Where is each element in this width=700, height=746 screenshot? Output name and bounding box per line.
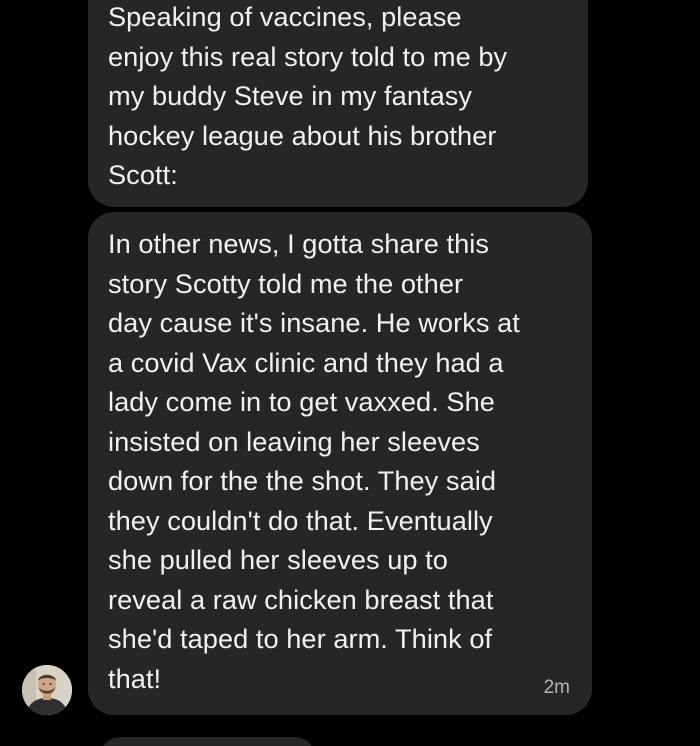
user-photo-avatar-icon bbox=[22, 665, 72, 715]
message-text-1: Speaking of vaccines, please enjoy this … bbox=[108, 1, 508, 190]
message-timestamp: 2m bbox=[543, 677, 570, 698]
avatar[interactable] bbox=[22, 665, 72, 715]
message-bubble-2[interactable]: In other news, I gotta share this story … bbox=[88, 212, 592, 715]
message-bubble-3-partial[interactable] bbox=[100, 737, 315, 746]
message-text-2: In other news, I gotta share this story … bbox=[108, 228, 520, 694]
message-bubble-1[interactable]: Speaking of vaccines, please enjoy this … bbox=[88, 0, 588, 207]
